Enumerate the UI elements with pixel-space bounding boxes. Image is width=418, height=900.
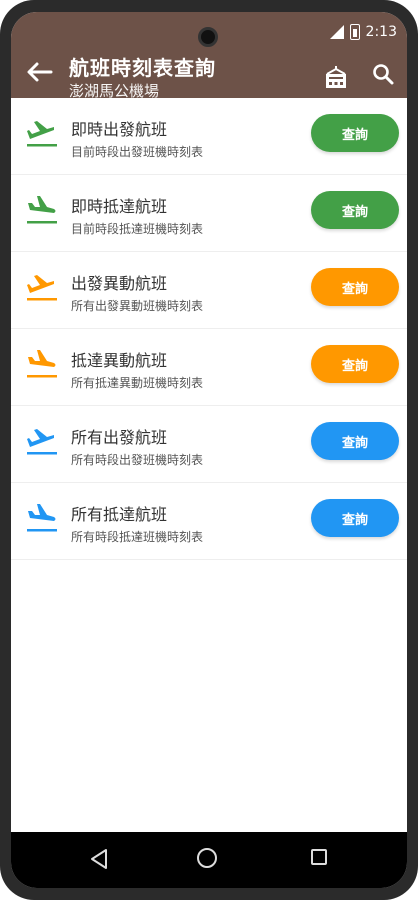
nav-recent-apps-icon[interactable]: [311, 849, 327, 865]
plane-arrival-icon: [27, 196, 57, 224]
list-item: 出發異動航班 所有出發異動班機時刻表 查詢: [11, 252, 407, 329]
list-item: 即時抵達航班 目前時段抵達班機時刻表 查詢: [11, 175, 407, 252]
front-camera: [198, 27, 218, 47]
list-item: 抵達異動航班 所有抵達異動班機時刻表 查詢: [11, 329, 407, 406]
nav-home-icon[interactable]: [197, 848, 217, 868]
item-subtitle: 目前時段抵達班機時刻表: [71, 222, 204, 236]
app-bar: 2:13 航班時刻表查詢 澎湖馬公機場: [11, 12, 407, 100]
item-title: 所有抵達航班: [71, 505, 168, 524]
item-subtitle: 所有時段出發班機時刻表: [71, 453, 204, 467]
query-button[interactable]: 查詢: [311, 422, 399, 460]
list-item: 即時出發航班 目前時段出發班機時刻表 查詢: [11, 98, 407, 175]
query-button[interactable]: 查詢: [311, 268, 399, 306]
item-title: 即時抵達航班: [71, 197, 168, 216]
query-button[interactable]: 查詢: [311, 345, 399, 383]
plane-arrival-icon: [27, 350, 57, 378]
item-subtitle: 目前時段出發班機時刻表: [71, 145, 204, 159]
arrow-left-icon[interactable]: [25, 60, 53, 84]
nav-back-icon[interactable]: [89, 848, 109, 870]
item-title: 出發異動航班: [71, 274, 168, 293]
hotel-icon[interactable]: [323, 64, 349, 90]
plane-arrival-icon: [27, 504, 57, 532]
item-subtitle: 所有出發異動班機時刻表: [71, 299, 204, 313]
query-button[interactable]: 查詢: [311, 114, 399, 152]
plane-departure-icon: [27, 429, 57, 455]
query-button[interactable]: 查詢: [311, 499, 399, 537]
plane-departure-icon: [27, 275, 57, 301]
query-button[interactable]: 查詢: [311, 191, 399, 229]
system-nav-bar: [11, 832, 407, 888]
battery-icon: [349, 24, 360, 40]
status-time: 2:13: [365, 24, 397, 40]
phone-frame: 2:13 航班時刻表查詢 澎湖馬公機場 即時出發航班 目前時段出發班機時刻表 查…: [0, 0, 418, 900]
list-item: 所有出發航班 所有時段出發班機時刻表 查詢: [11, 406, 407, 483]
screen: 2:13 航班時刻表查詢 澎湖馬公機場 即時出發航班 目前時段出發班機時刻表 查…: [11, 12, 407, 888]
list-item: 所有抵達航班 所有時段抵達班機時刻表 查詢: [11, 483, 407, 560]
flight-query-list: 即時出發航班 目前時段出發班機時刻表 查詢 即時抵達航班 目前時段抵達班機時刻表…: [11, 98, 407, 560]
item-title: 即時出發航班: [71, 120, 168, 139]
signal-icon: [329, 25, 344, 39]
item-title: 抵達異動航班: [71, 351, 168, 370]
item-subtitle: 所有時段抵達班機時刻表: [71, 530, 204, 544]
status-bar: 2:13: [329, 22, 397, 42]
plane-departure-icon: [27, 121, 57, 147]
item-subtitle: 所有抵達異動班機時刻表: [71, 376, 204, 390]
item-title: 所有出發航班: [71, 428, 168, 447]
search-icon[interactable]: [371, 62, 395, 86]
page-title: 航班時刻表查詢: [69, 56, 216, 80]
